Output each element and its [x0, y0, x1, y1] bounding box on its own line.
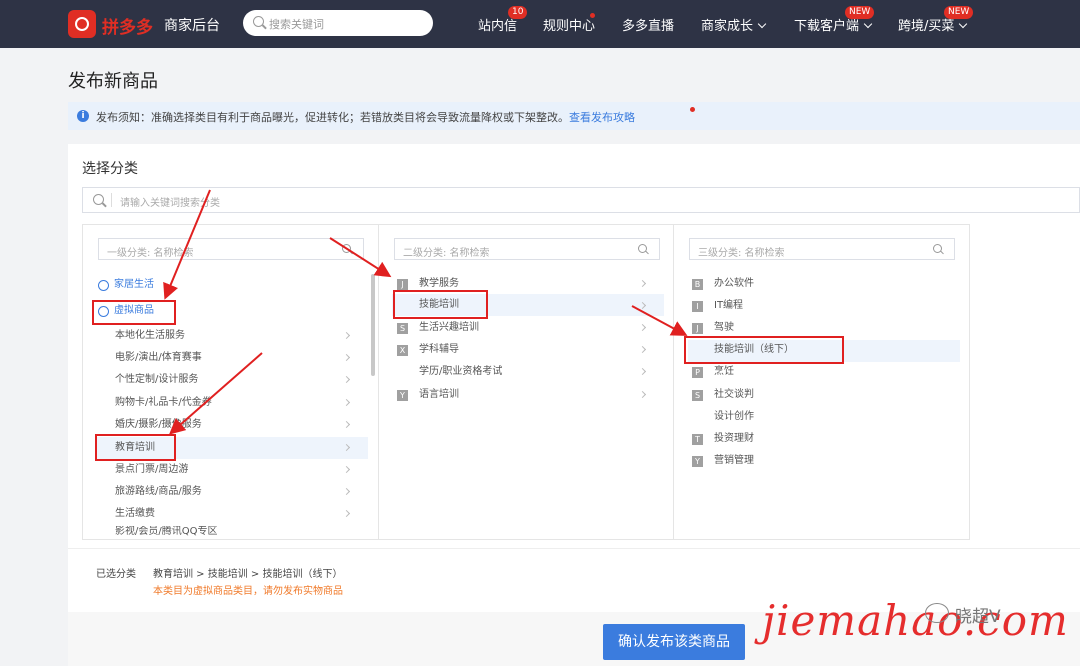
annotation-arrow: [631, 305, 688, 336]
confirm-publish-button[interactable]: 确认发布该类商品: [603, 624, 745, 660]
watermark-site: jiemahao.com: [762, 596, 1069, 645]
annotation-arrow: [168, 352, 263, 435]
chosen-category-label: 已选分类: [96, 569, 136, 580]
annotation-arrow: [163, 189, 211, 300]
watermark-account: 晓超V: [955, 607, 1001, 627]
divider: [68, 548, 1080, 549]
wechat-icon: [925, 603, 949, 623]
chosen-category-path: 教育培训 > 技能培训 > 技能培训（线下）: [153, 569, 343, 580]
virtual-goods-warning: 本类目为虚拟商品类目，请勿发布实物商品: [153, 586, 343, 597]
annotation-arrow: [329, 237, 392, 278]
